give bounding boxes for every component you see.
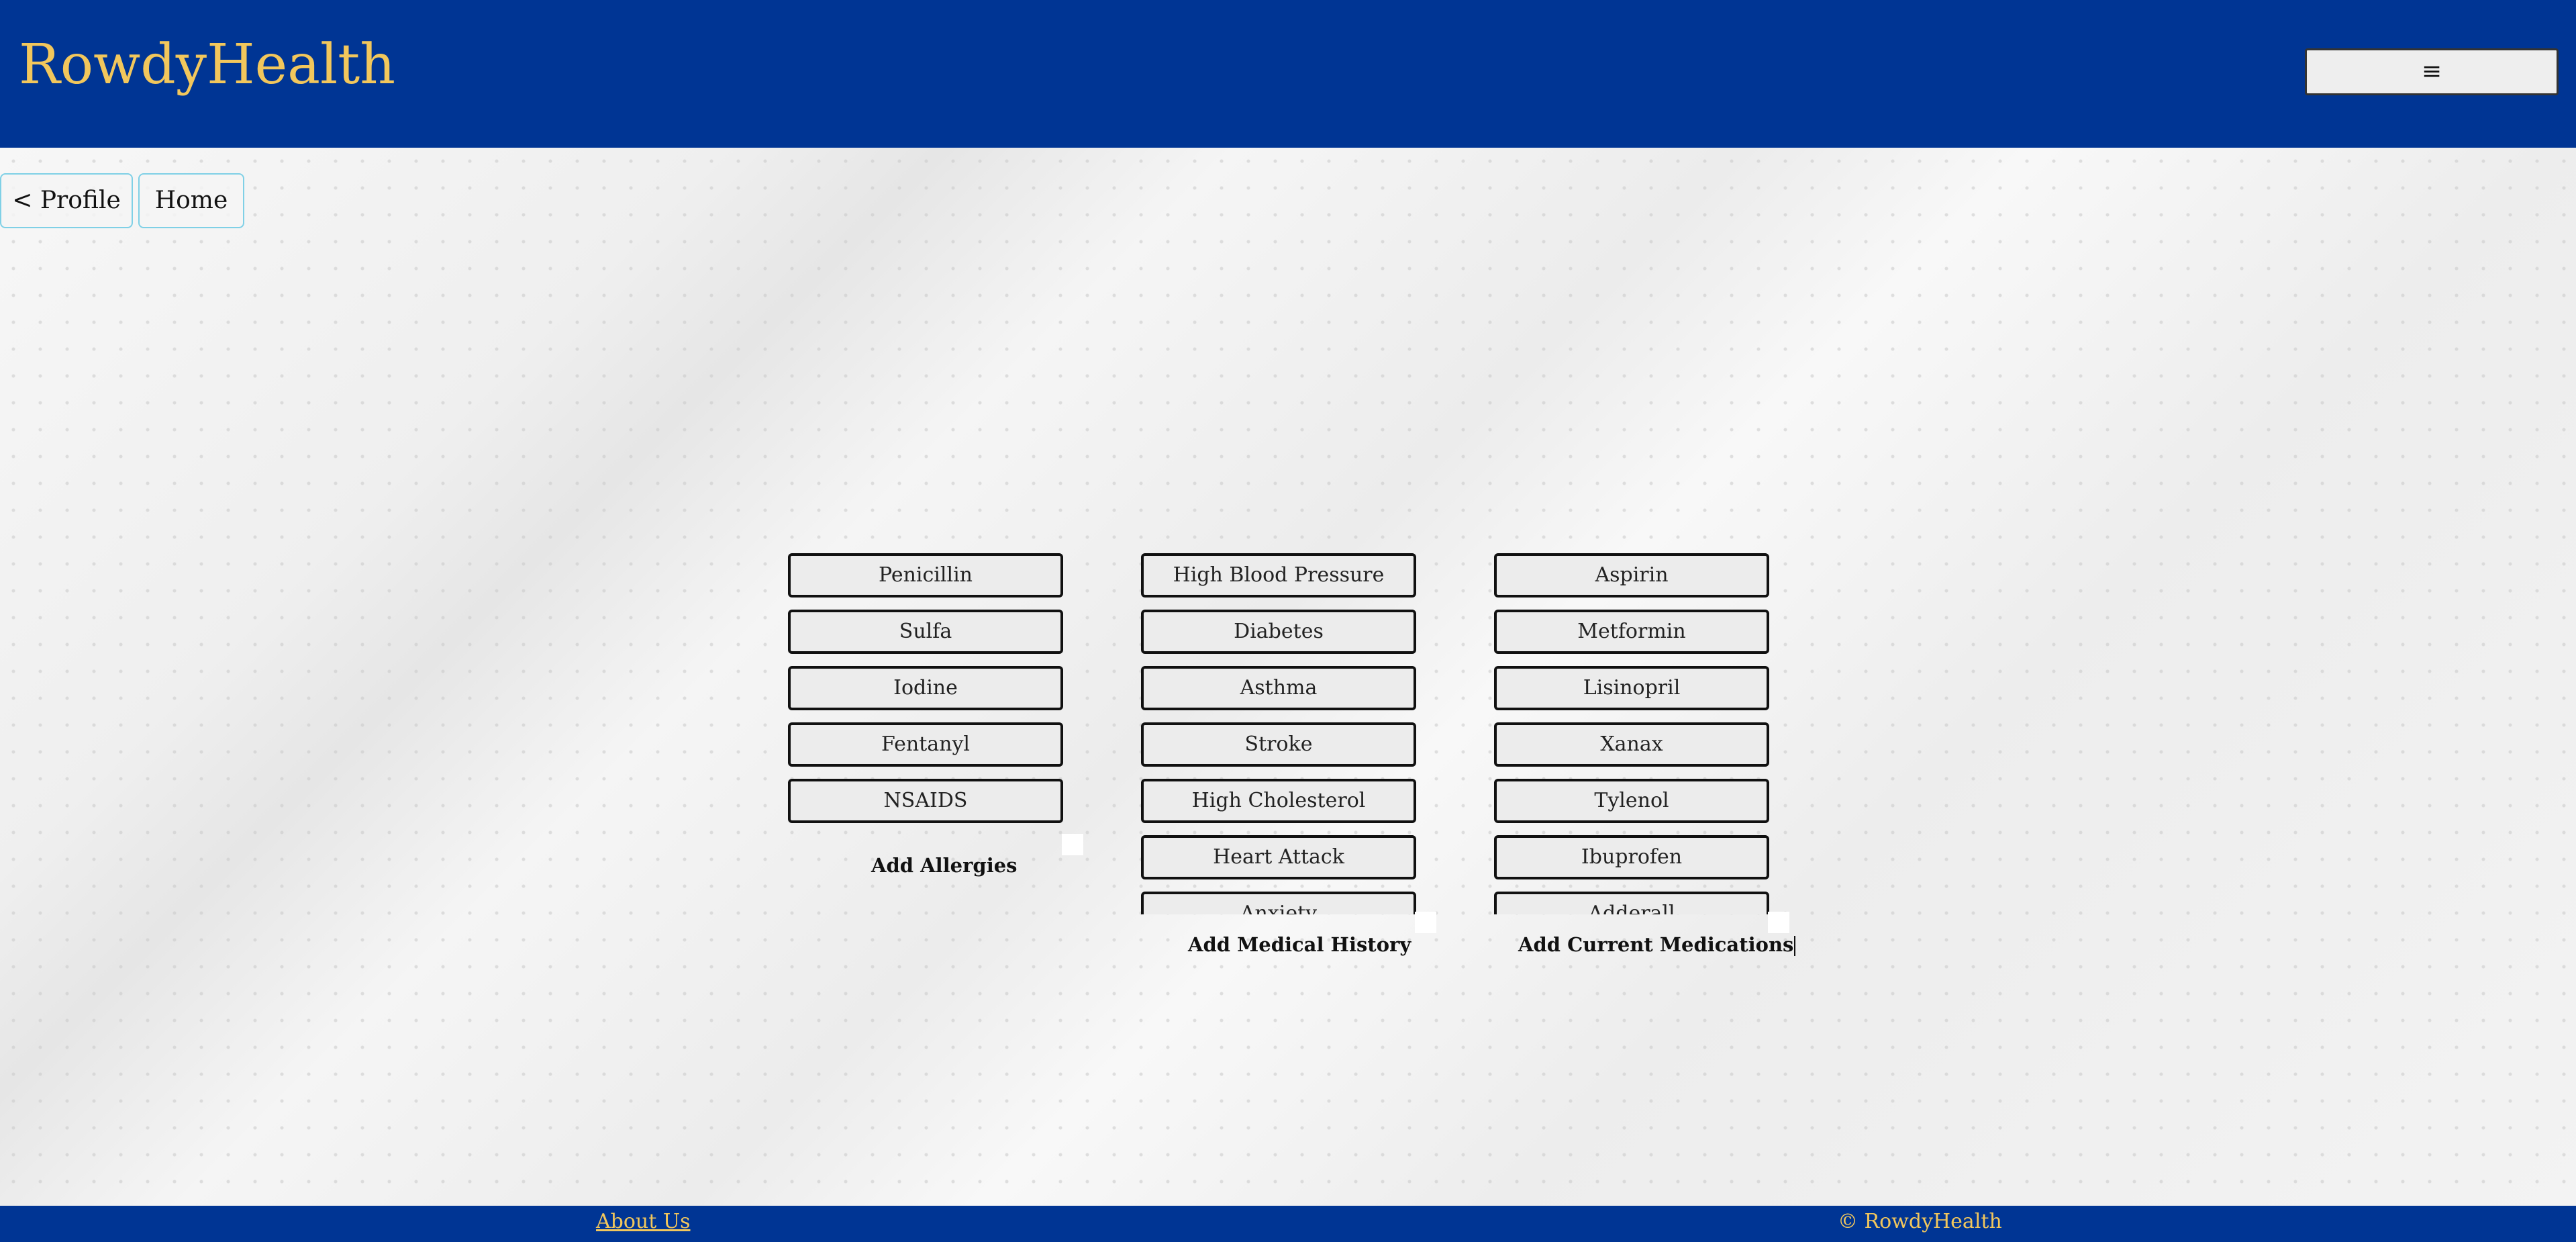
allergy-item[interactable]: Penicillin [788,553,1063,598]
medication-item[interactable]: Metformin [1494,610,1769,654]
medication-item[interactable]: Aspirin [1494,553,1769,598]
add-medical-history-label: Add Medical History [1188,933,1411,956]
home-button[interactable]: Home [138,173,244,228]
footer: About Us © RowdyHealth [0,1206,2576,1242]
about-us-link[interactable]: About Us [596,1206,691,1238]
allergy-item[interactable]: NSAIDS [788,779,1063,823]
medications-list[interactable]: Aspirin Metformin Lisinopril Xanax Tylen… [1494,553,1769,914]
medical-history-item[interactable]: Heart Attack [1141,835,1416,879]
add-allergies-checkbox[interactable] [1062,834,1083,855]
top-navbar: RowdyHealth ≡ [0,0,2576,148]
medical-history-item[interactable]: High Blood Pressure [1141,553,1416,598]
copyright-text: © RowdyHealth [1838,1210,2002,1233]
allergy-item[interactable]: Sulfa [788,610,1063,654]
allergies-list[interactable]: Penicillin Sulfa Iodine Fentanyl NSAIDS [788,553,1063,835]
add-allergies-label: Add Allergies [871,854,1018,877]
medical-history-item[interactable]: Asthma [1141,666,1416,710]
back-to-profile-button[interactable]: < Profile [0,173,133,228]
add-medications-text: Add Current Medications [1518,933,1794,956]
hamburger-menu-button[interactable]: ≡ [2305,48,2559,95]
add-medical-history-checkbox[interactable] [1415,912,1436,933]
medical-history-list[interactable]: High Blood Pressure Diabetes Asthma Stro… [1141,553,1416,914]
allergies-section: Penicillin Sulfa Iodine Fentanyl NSAIDS … [788,553,1083,877]
text-cursor [1794,936,1796,956]
medical-history-section: High Blood Pressure Diabetes Asthma Stro… [1141,553,1436,956]
medical-history-item[interactable]: Anxiety [1141,892,1416,914]
medication-item[interactable]: Adderall [1494,892,1769,914]
medication-item[interactable]: Tylenol [1494,779,1769,823]
medication-item[interactable]: Lisinopril [1494,666,1769,710]
medical-history-item[interactable]: Diabetes [1141,610,1416,654]
add-medications-checkbox[interactable] [1768,912,1789,933]
brand-logo[interactable]: RowdyHealth [19,28,395,102]
medication-item[interactable]: Ibuprofen [1494,835,1769,879]
allergy-item[interactable]: Fentanyl [788,722,1063,767]
add-medications-label: Add Current Medications [1518,933,1796,956]
medical-history-item[interactable]: Stroke [1141,722,1416,767]
medication-item[interactable]: Xanax [1494,722,1769,767]
allergy-item[interactable]: Iodine [788,666,1063,710]
hamburger-icon: ≡ [2421,58,2442,85]
medical-history-item[interactable]: High Cholesterol [1141,779,1416,823]
medications-section: Aspirin Metformin Lisinopril Xanax Tylen… [1494,553,1796,956]
